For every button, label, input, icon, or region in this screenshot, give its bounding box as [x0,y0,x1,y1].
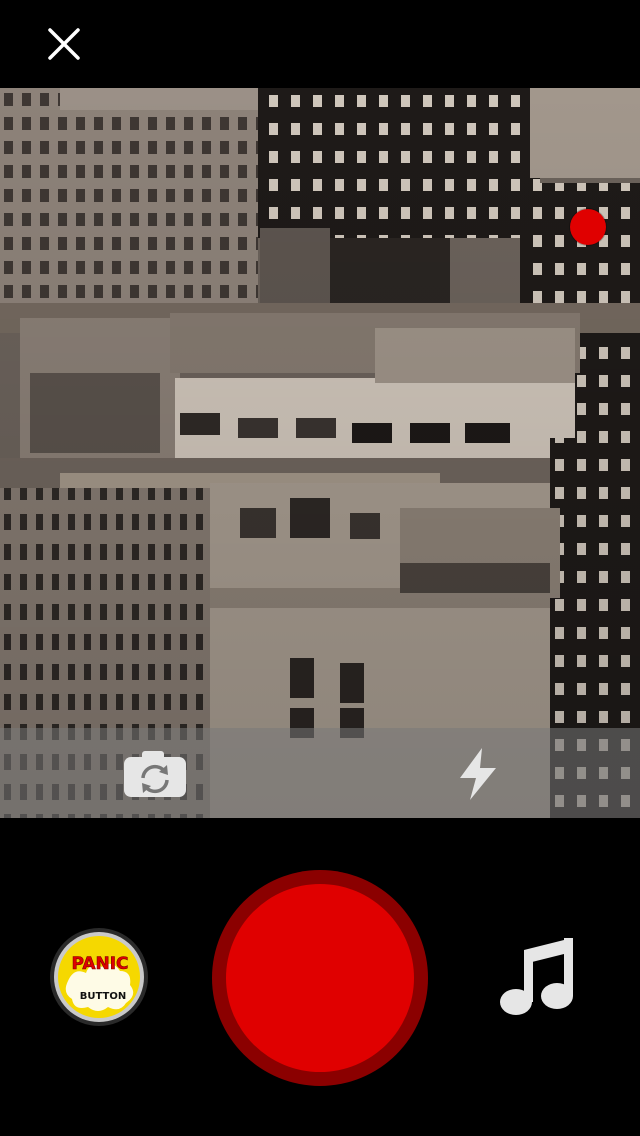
record-button-inner [226,884,414,1072]
switch-camera-button[interactable] [122,749,188,799]
flash-icon [460,748,496,800]
panic-button-icon: PANIC BUTTON [50,928,148,1026]
close-icon [48,28,80,60]
panic-button[interactable]: PANIC BUTTON [48,926,150,1028]
recording-indicator [570,209,606,245]
music-button[interactable] [494,936,580,1020]
panic-label-line2: BUTTON [80,991,126,1002]
camera-viewfinder[interactable] [0,88,640,818]
camera-preview-image [0,88,640,818]
close-button[interactable] [36,20,92,68]
music-note-icon [500,938,573,1015]
panic-label-line1: PANIC [71,954,128,974]
record-button[interactable] [212,870,428,1086]
flash-button[interactable] [452,746,504,802]
top-bar [0,0,640,88]
bottom-controls: PANIC BUTTON [0,818,640,1136]
camera-toolbar [0,728,640,818]
switch-camera-icon [124,751,186,797]
